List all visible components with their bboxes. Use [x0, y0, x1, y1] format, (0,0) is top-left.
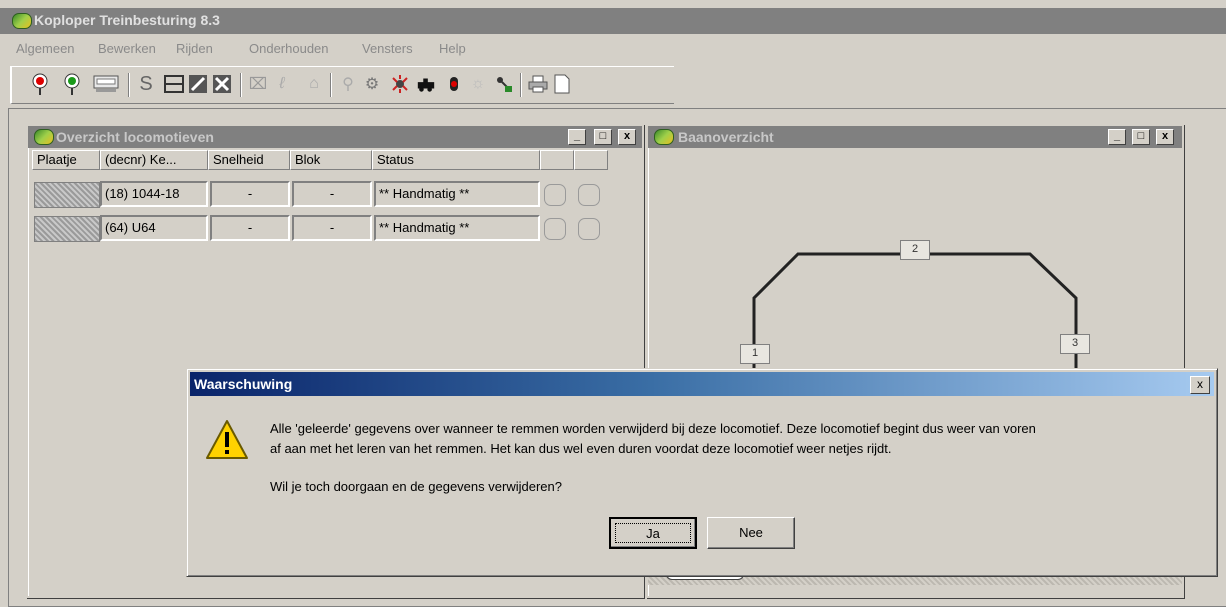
steam-locomotive-icon[interactable] — [416, 74, 436, 94]
close-button[interactable]: x — [618, 129, 636, 145]
gear-wheel-icon[interactable]: ⚙ — [362, 74, 382, 94]
koploper-train-icon — [34, 129, 54, 145]
section-s-icon[interactable]: S — [136, 73, 156, 95]
block-icon[interactable] — [164, 74, 184, 94]
maximize-button[interactable]: □ — [594, 129, 612, 145]
column-header-plaatje[interactable]: Plaatje — [32, 150, 100, 170]
yes-button-label: Ja — [615, 523, 691, 543]
loco-block: - — [292, 215, 372, 241]
track-block[interactable]: 3 — [1060, 334, 1090, 354]
loco-status[interactable]: ** Handmatig ** — [374, 215, 540, 241]
loco-status[interactable]: ** Handmatig ** — [374, 181, 540, 207]
loco-function-button[interactable] — [544, 218, 566, 240]
no-button[interactable]: Nee — [707, 517, 795, 549]
minimize-button[interactable]: _ — [568, 129, 586, 145]
loco-name[interactable]: (18) 1044-18 — [100, 181, 208, 207]
bell-icon[interactable]: ⌂ — [304, 74, 324, 94]
app-title: Koploper Treinbesturing 8.3 — [34, 12, 220, 28]
menu-rijden[interactable]: Rijden — [176, 41, 213, 56]
loco-speed: - — [210, 181, 290, 207]
loco-name[interactable]: (64) U64 — [100, 215, 208, 241]
close-button[interactable]: x — [1190, 376, 1210, 394]
column-header-extra-2 — [574, 150, 608, 170]
loco-function-button[interactable] — [578, 218, 600, 240]
menu-onderhouden[interactable]: Onderhouden — [249, 41, 329, 56]
toolbar: S ⌧ ℓ ⌂ ⚲ ⚙ ☼ — [10, 66, 674, 104]
track-block[interactable]: 2 — [900, 240, 930, 260]
menu-help[interactable]: Help — [439, 41, 466, 56]
dialog-message-line-1: Alle 'geleerde' gegevens over wanneer te… — [270, 421, 1036, 436]
loco-function-button[interactable] — [578, 184, 600, 206]
keyboard-icon[interactable] — [92, 74, 120, 94]
app-title-bar: Koploper Treinbesturing 8.3 — [0, 8, 1226, 34]
menu-bewerken[interactable]: Bewerken — [98, 41, 156, 56]
warning-icon — [205, 419, 249, 464]
locomotive-x-icon[interactable]: ⌧ — [248, 74, 268, 94]
menu-vensters[interactable]: Vensters — [362, 41, 413, 56]
dialog-message-line-2: af aan met het leren van het remmen. Het… — [270, 441, 892, 456]
loco-thumbnail[interactable] — [34, 182, 100, 208]
loco-overview-title: Overzicht locomotieven — [56, 129, 214, 145]
loco-block: - — [292, 181, 372, 207]
loco-speed: - — [210, 215, 290, 241]
switch-icon[interactable] — [494, 74, 514, 94]
dialog-title: Waarschuwing — [194, 376, 293, 392]
menu-algemeen[interactable]: Algemeen — [16, 41, 75, 56]
menu-bar: Algemeen Bewerken Rijden Onderhouden Ven… — [0, 36, 1226, 60]
column-header-name[interactable]: (decnr) Ke... — [100, 150, 208, 170]
loco-thumbnail[interactable] — [34, 216, 100, 242]
koploper-train-icon — [12, 13, 32, 29]
track-block[interactable]: 1 — [740, 344, 770, 364]
warning-dialog: Waarschuwing x Alle 'geleerde' gegevens … — [186, 368, 1218, 577]
new-page-icon[interactable] — [552, 74, 572, 94]
route-icon[interactable]: ⚲ — [338, 74, 358, 94]
loco-function-button[interactable] — [544, 184, 566, 206]
loco-overview-title-bar: Overzicht locomotieven _ □ x — [28, 126, 642, 148]
column-header-extra-1 — [540, 150, 574, 170]
sound-icon[interactable] — [390, 74, 410, 94]
signal-red-icon[interactable] — [30, 73, 50, 95]
edit-icon[interactable] — [188, 74, 208, 94]
sun-icon[interactable]: ☼ — [468, 74, 488, 94]
yes-button[interactable]: Ja — [609, 517, 697, 549]
red-dot-icon[interactable] — [444, 74, 464, 94]
delete-icon[interactable] — [212, 74, 232, 94]
column-header-snelheid[interactable]: Snelheid — [208, 150, 290, 170]
column-header-blok[interactable]: Blok — [290, 150, 372, 170]
dialog-question: Wil je toch doorgaan en de gegevens verw… — [270, 479, 562, 494]
print-icon[interactable] — [528, 74, 548, 94]
column-header-status[interactable]: Status — [372, 150, 540, 170]
hook-icon[interactable]: ℓ — [272, 74, 292, 94]
dialog-title-bar: Waarschuwing x — [190, 372, 1214, 396]
signal-green-icon[interactable] — [62, 73, 82, 95]
